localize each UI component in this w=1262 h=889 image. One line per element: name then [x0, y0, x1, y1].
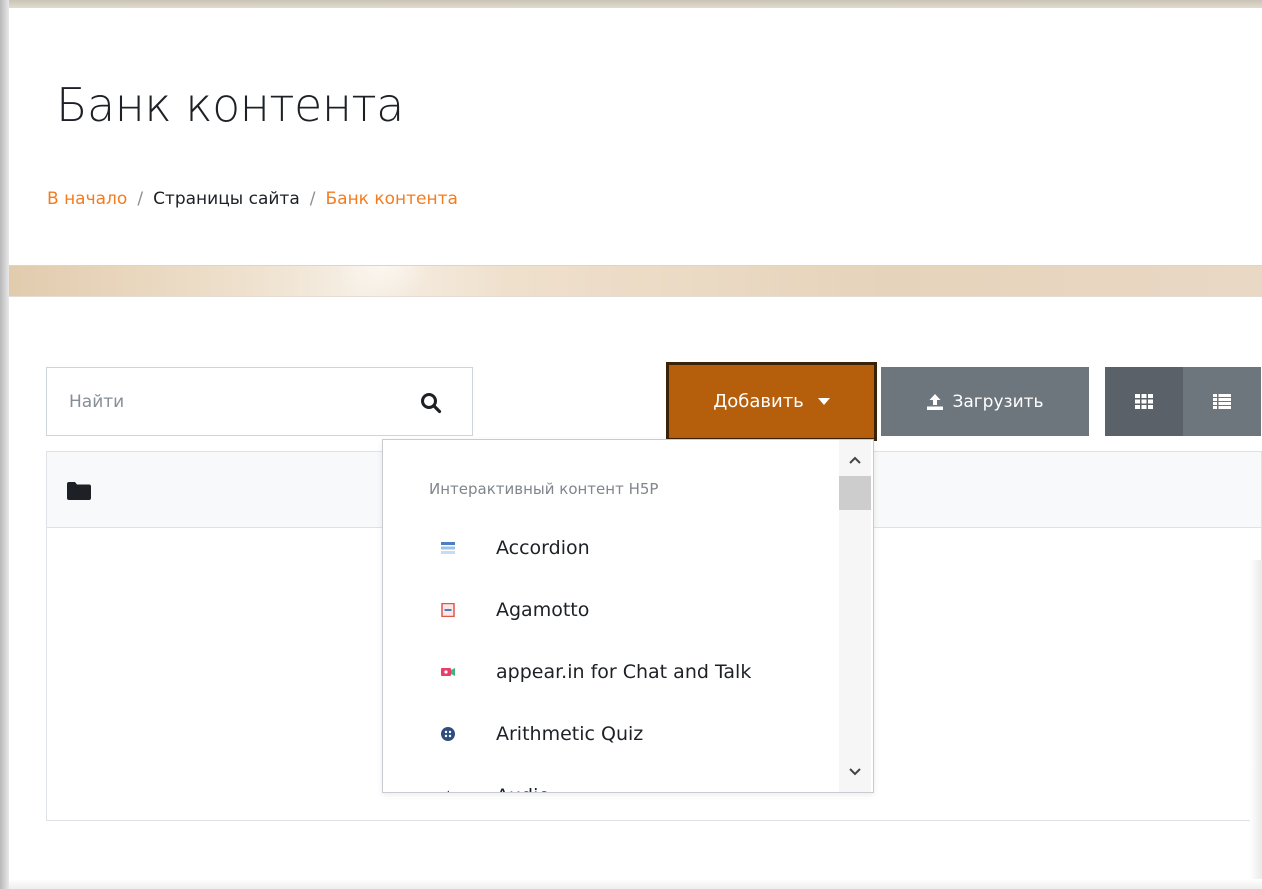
search-icon[interactable]: [420, 392, 442, 414]
dropdown-item-agamotto[interactable]: Agamotto: [383, 590, 833, 630]
add-button[interactable]: Добавить: [666, 362, 877, 441]
list-view-button[interactable]: [1183, 367, 1261, 436]
breadcrumb-separator: /: [137, 189, 144, 209]
page-title: Банк контента: [56, 78, 404, 132]
scrollbar-thumb[interactable]: [839, 476, 871, 510]
dropdown-item-audio[interactable]: Audio: [383, 776, 833, 792]
arithmetic-quiz-icon: [441, 727, 455, 741]
header-banner: [9, 265, 1262, 298]
window-frame-top: [0, 0, 1262, 8]
dropdown-item-label: Arithmetic Quiz: [496, 723, 644, 745]
window-shadow-right: [1250, 560, 1262, 889]
dropdown-item-label: Agamotto: [496, 599, 590, 621]
audio-icon: [447, 790, 449, 792]
add-content-dropdown: Интерактивный контент H5P Accordion Agam…: [382, 439, 874, 793]
scroll-up-icon[interactable]: [845, 450, 865, 470]
dropdown-item-label: appear.in for Chat and Talk: [496, 661, 752, 683]
folder-icon[interactable]: [67, 482, 91, 500]
breadcrumb-home-link[interactable]: В начало: [47, 189, 127, 209]
dropdown-item-accordion[interactable]: Accordion: [383, 528, 833, 568]
upload-button[interactable]: Загрузить: [881, 367, 1089, 436]
breadcrumb: В начало / Страницы сайта / Банк контент…: [47, 189, 458, 209]
breadcrumb-site-pages: Страницы сайта: [153, 189, 300, 209]
window-shadow-bottom: [9, 879, 1262, 889]
dropdown-item-arithmetic-quiz[interactable]: Arithmetic Quiz: [383, 714, 833, 754]
accordion-icon: [441, 542, 455, 554]
window-frame-left: [0, 0, 9, 889]
breadcrumb-separator: /: [309, 189, 316, 209]
dropdown-item-label: Accordion: [496, 537, 590, 559]
grid-view-button[interactable]: [1105, 367, 1183, 436]
caret-down-icon: [817, 398, 830, 405]
view-toggle-group: [1105, 367, 1261, 436]
search-box: [46, 367, 473, 436]
banner-glow: [339, 266, 429, 298]
upload-button-label: Загрузить: [952, 391, 1044, 412]
search-input[interactable]: [47, 391, 407, 412]
appear-in-icon: [441, 668, 455, 676]
breadcrumb-content-bank-link[interactable]: Банк контента: [325, 189, 457, 209]
add-button-label: Добавить: [713, 391, 804, 412]
agamotto-icon: [441, 603, 455, 617]
scroll-down-icon[interactable]: [845, 762, 865, 782]
dropdown-item-appear-in[interactable]: appear.in for Chat and Talk: [383, 652, 833, 692]
list-view-icon: [1213, 394, 1231, 409]
dropdown-header: Интерактивный контент H5P: [429, 480, 659, 498]
dropdown-scrollbar[interactable]: [837, 440, 873, 792]
dropdown-item-label: Audio: [496, 785, 550, 792]
grid-view-icon: [1135, 394, 1153, 409]
upload-icon: [927, 393, 944, 410]
